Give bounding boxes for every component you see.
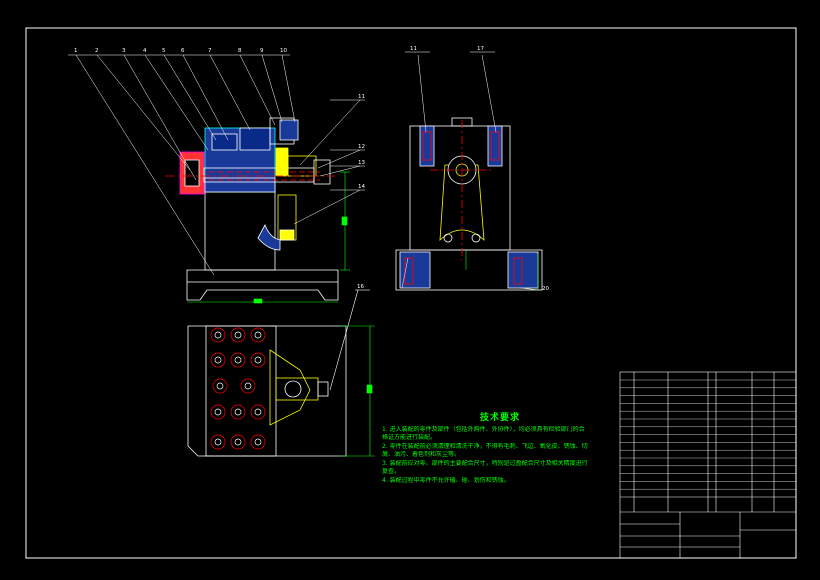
note-line: 屑、油污、着色剂和灰尘等。 [382, 451, 461, 458]
technical-requirements: 技术要求 1. 进入装配的零件及部件（包括外购件、外协件），均必须具有检验部门的… [382, 414, 618, 485]
balloon-label: 7 [208, 48, 212, 54]
note-line: 3. 装配前应对零、部件的主要配合尺寸，特别是过盈配合尺寸及相关精度进行 [382, 459, 588, 467]
balloon-label: 1 [74, 48, 78, 54]
mounting-hole [234, 408, 242, 416]
mounting-hole [214, 331, 222, 339]
mounting-hole [214, 438, 222, 446]
mounting-hole [254, 438, 262, 446]
mounting-hole [250, 327, 266, 343]
balloon-label: 5 [162, 48, 166, 54]
balloon-label: 9 [260, 48, 264, 54]
balloon-label: 17 [477, 46, 484, 52]
balloon-label: 3 [122, 48, 126, 54]
note-line: 4. 装配过程中零件不允许磕、碰、划伤和锈蚀。 [382, 476, 510, 484]
mounting-hole [214, 408, 222, 416]
mounting-hole [230, 327, 246, 343]
balloon-label: 14 [358, 184, 365, 190]
plan-dimensions [329, 289, 375, 457]
note-line: 2. 零件在装配前必须清理和清洗干净，不得有毛刺、飞边、氧化皮、锈蚀、切 [382, 442, 588, 450]
title-block [619, 371, 797, 559]
notes-title: 技术要求 [479, 413, 520, 423]
balloon-label: 11 [358, 94, 365, 100]
balloon-label: 2 [95, 48, 99, 54]
plan-view [187, 325, 347, 457]
mounting-hole [210, 434, 226, 450]
note-line: 1. 进入装配的零件及部件（包括外购件、外协件），均必须具有检验部门的合 [382, 425, 585, 433]
balloon-label: 10 [280, 48, 287, 54]
mounting-hole [216, 382, 224, 390]
mounting-hole [230, 404, 246, 420]
mounting-hole [212, 378, 228, 394]
plan-balloons: 16 [357, 284, 364, 290]
front-balloons: 1 2 3 4 5 6 7 8 9 10 [74, 48, 287, 54]
drawing-canvas: 1 2 3 4 5 6 7 8 9 10 11121314 11 1720 16 [25, 27, 797, 559]
mounting-hole [254, 408, 262, 416]
balloon-label: 13 [358, 160, 365, 166]
mounting-hole [210, 352, 226, 368]
mounting-hole [234, 331, 242, 339]
plan-holes [210, 327, 266, 450]
balloon-label: 11 [410, 46, 417, 52]
mounting-hole [210, 327, 226, 343]
mounting-hole [250, 404, 266, 420]
mounting-hole [254, 331, 262, 339]
balloon-label: 6 [181, 48, 185, 54]
mounting-hole [250, 352, 266, 368]
mounting-hole [214, 356, 222, 364]
mounting-hole [230, 434, 246, 450]
mounting-hole [240, 378, 256, 394]
balloon-label: 4 [143, 48, 147, 54]
balloon-label: 20 [542, 286, 549, 292]
mounting-hole [244, 382, 252, 390]
front-view [165, 117, 339, 301]
mounting-hole [254, 356, 262, 364]
side-balloons: 11 12 13 14 [358, 94, 365, 190]
balloon-label: 12 [358, 144, 365, 150]
mounting-hole [210, 404, 226, 420]
mounting-hole [234, 356, 242, 364]
balloon-label: 16 [357, 284, 364, 290]
note-line: 格证方能进行装配。 [382, 434, 437, 441]
balloon-label: 8 [238, 48, 242, 54]
right-view [395, 117, 543, 291]
mounting-hole [234, 438, 242, 446]
mounting-hole [250, 434, 266, 450]
mounting-hole [230, 352, 246, 368]
note-line: 复查。 [382, 468, 401, 475]
